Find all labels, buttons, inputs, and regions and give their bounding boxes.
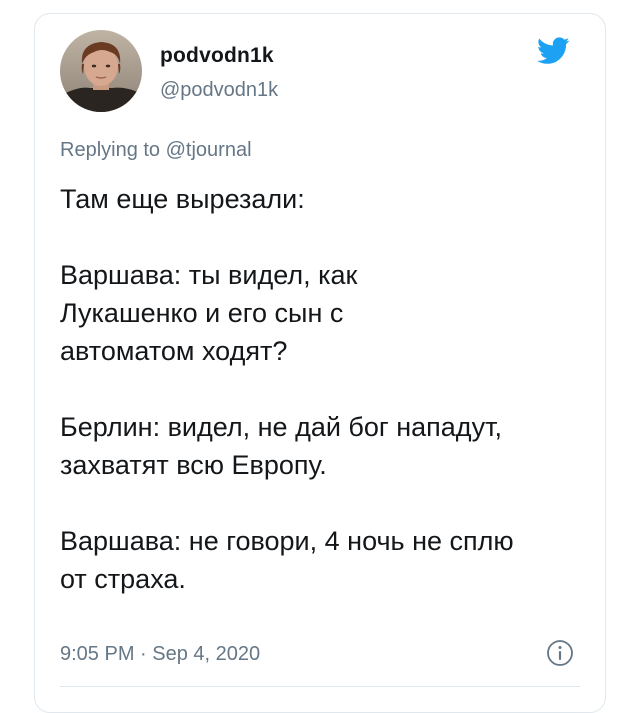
twitter-bird-icon[interactable] <box>537 37 570 65</box>
reply-mention-link[interactable]: @tjournal <box>166 139 252 161</box>
avatar[interactable] <box>60 30 142 112</box>
twitter-bird-icon-svg <box>537 37 570 64</box>
tweet-paragraph: Варшава: не говори, 4 ночь не сплю от ст… <box>60 526 514 594</box>
tweet-paragraph: Варшава: ты видел, как Лукашенко и его с… <box>60 260 358 366</box>
reply-context: Replying to @tjournal <box>60 139 252 162</box>
display-name[interactable]: podvodn1k <box>160 44 274 68</box>
info-icon-svg <box>547 640 573 666</box>
info-icon[interactable] <box>546 639 574 667</box>
tweet-timestamp[interactable]: 9:05 PM · Sep 4, 2020 <box>60 643 260 666</box>
reply-prefix: Replying to <box>60 139 161 161</box>
avatar-image <box>60 30 142 112</box>
user-handle[interactable]: @podvodn1k <box>160 79 278 102</box>
tweet-body: Там еще вырезали: Варшава: ты видел, как… <box>60 180 580 598</box>
footer-divider <box>60 686 580 687</box>
tweet-paragraph: Берлин: видел, не дай бог нападут, захва… <box>60 412 502 480</box>
tweet-paragraph: Там еще вырезали: <box>60 184 305 214</box>
